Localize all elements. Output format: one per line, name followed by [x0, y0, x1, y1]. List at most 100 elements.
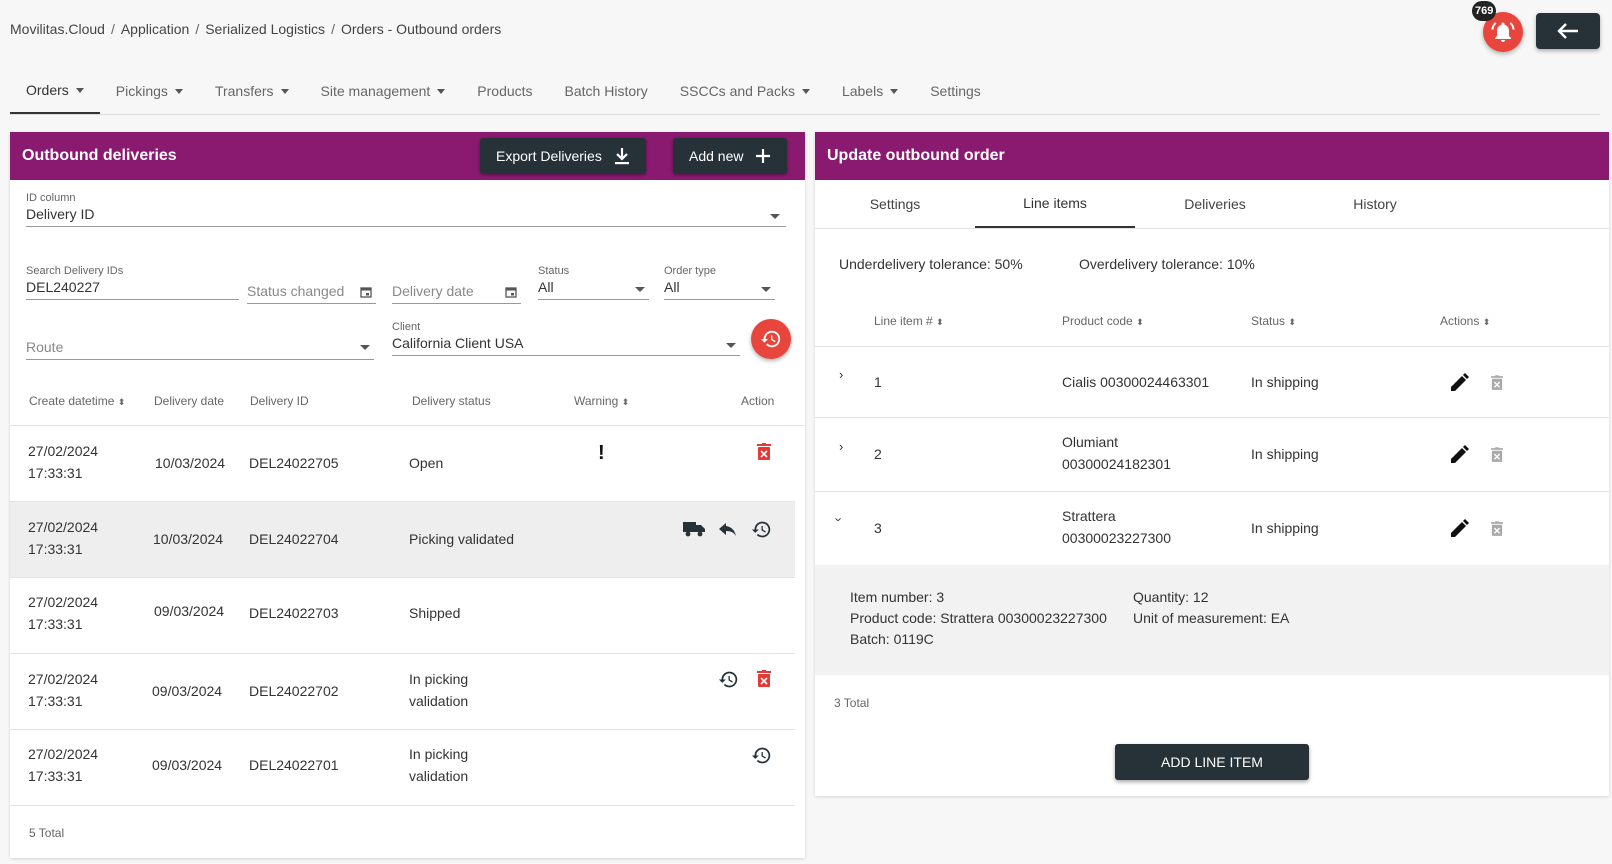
table-row[interactable]: › 1 Cialis 00300024463301 In shipping: [815, 347, 1609, 417]
column-header-line-item[interactable]: Line item # ⬍: [874, 314, 944, 328]
add-line-item-button[interactable]: ADD LINE ITEM: [1115, 744, 1309, 780]
nav-ssccs-and-packs[interactable]: SSCCs and Packs: [664, 68, 826, 114]
batch: Batch: 0119C: [850, 631, 934, 647]
add-new-button[interactable]: Add new: [673, 138, 788, 174]
nav-products[interactable]: Products: [461, 68, 548, 114]
chevron-down-icon: [280, 88, 289, 94]
column-header-label: Warning: [574, 394, 619, 408]
nav-labels[interactable]: Labels: [826, 68, 914, 114]
update-outbound-order-panel: Update outbound order Settings Line item…: [815, 132, 1609, 796]
cell-date: 27/02/2024: [28, 594, 99, 610]
client-select[interactable]: Client California Client USA: [392, 321, 740, 356]
nav-settings[interactable]: Settings: [914, 68, 997, 114]
table-row[interactable]: 27/02/2024 17:33:31 09/03/2024 DEL2402270…: [10, 578, 795, 653]
table-row[interactable]: › 2 Olumiant 00300024182301 In shipping: [815, 418, 1609, 491]
order-type-select[interactable]: Order type All: [664, 265, 775, 300]
column-header-product-code[interactable]: Product code ⬍: [1062, 314, 1144, 328]
history-icon[interactable]: [751, 745, 772, 766]
tab-deliveries[interactable]: Deliveries: [1135, 180, 1295, 228]
delete-icon[interactable]: [1491, 375, 1503, 391]
column-header-label: Product code: [1062, 314, 1133, 328]
delivery-id-cell: DEL24022701: [249, 757, 339, 773]
status-changed-date-input[interactable]: Status changed: [247, 281, 376, 304]
chevron-down-icon[interactable]: ›: [832, 517, 847, 521]
nav-pickings[interactable]: Pickings: [100, 68, 199, 114]
bell-icon: [1491, 22, 1515, 42]
breadcrumb-separator: /: [195, 21, 200, 37]
table-row[interactable]: 27/02/2024 17:33:31 10/03/2024 DEL2402270…: [10, 502, 795, 577]
table-row[interactable]: › 3 Strattera 00300023227300 In shipping: [815, 492, 1609, 565]
delete-icon[interactable]: [1491, 521, 1503, 537]
chevron-down-icon: [437, 88, 446, 94]
delivery-id-cell: DEL24022703: [249, 605, 339, 621]
table-row[interactable]: 27/02/2024 17:33:31 09/03/2024 DEL2402270…: [10, 654, 795, 729]
table-row[interactable]: 27/02/2024 17:33:31 09/03/2024 DEL2402270…: [10, 730, 795, 805]
breadcrumb-item[interactable]: Application: [121, 21, 190, 37]
route-select[interactable]: Route: [26, 337, 374, 360]
notification-count-badge: 769: [1472, 1, 1497, 21]
status-line: validation: [409, 768, 469, 784]
unit-of-measurement: Unit of measurement: EA: [1133, 610, 1290, 626]
field-value: California Client USA: [392, 333, 740, 356]
product-code-cell: Cialis 00300024463301: [1062, 371, 1209, 393]
delivery-id-cell: DEL24022704: [249, 531, 339, 547]
delete-icon[interactable]: [1491, 447, 1503, 463]
calendar-icon[interactable]: [505, 286, 517, 298]
field-label: ID column: [26, 192, 76, 204]
line-item-number-cell: 3: [874, 520, 882, 536]
create-datetime-cell: 27/02/2024 17:33:31: [28, 440, 98, 484]
nav-batch-history[interactable]: Batch History: [549, 68, 664, 114]
delete-icon[interactable]: [757, 670, 771, 688]
field-placeholder: Delivery date: [392, 281, 521, 304]
calendar-icon[interactable]: [360, 286, 372, 298]
nav-transfers[interactable]: Transfers: [199, 68, 305, 114]
id-column-select[interactable]: ID column Delivery ID: [26, 192, 786, 227]
column-header-create-datetime[interactable]: Create datetime ⬍: [29, 394, 125, 408]
table-row[interactable]: 27/02/2024 17:33:31 10/03/2024 DEL2402270…: [10, 426, 795, 501]
product-code-cell: Olumiant 00300024182301: [1062, 431, 1171, 475]
breadcrumb-item[interactable]: Movilitas.Cloud: [10, 21, 105, 37]
search-delivery-ids-input[interactable]: Search Delivery IDs DEL240227: [26, 265, 239, 300]
delivery-date-input[interactable]: Delivery date: [392, 281, 521, 304]
nav-label: SSCCs and Packs: [679, 83, 795, 99]
breadcrumb-item[interactable]: Serialized Logistics: [205, 21, 325, 37]
download-icon: [614, 148, 629, 165]
delete-icon[interactable]: [757, 443, 771, 461]
delivery-date-cell: 09/03/2024: [152, 683, 223, 699]
column-header-warning[interactable]: Warning ⬍: [574, 394, 629, 408]
chevron-down-icon: [174, 88, 183, 94]
divider: [815, 228, 1609, 229]
field-value: DEL240227: [26, 277, 239, 300]
tab-settings[interactable]: Settings: [815, 180, 975, 228]
back-button[interactable]: [1536, 13, 1600, 49]
main-nav: Orders Pickings Transfers Site managemen…: [10, 68, 1600, 115]
edit-icon[interactable]: [1449, 373, 1469, 393]
nav-label: Settings: [930, 83, 981, 99]
tab-history[interactable]: History: [1295, 180, 1455, 228]
column-header-actions[interactable]: Actions ⬍: [1440, 314, 1490, 328]
tab-line-items[interactable]: Line items: [975, 180, 1135, 228]
line-item-detail: Item number: 3 Product code: Strattera 0…: [815, 565, 1609, 675]
history-icon[interactable]: [751, 519, 772, 540]
delivery-date-cell: 10/03/2024: [155, 455, 226, 471]
chevron-right-icon[interactable]: ›: [839, 367, 843, 382]
status-select[interactable]: Status All: [538, 265, 649, 300]
column-header-label: Line item #: [874, 314, 933, 328]
reply-icon[interactable]: [718, 521, 738, 537]
truck-icon[interactable]: [683, 521, 705, 537]
nav-orders[interactable]: Orders: [10, 68, 100, 114]
cell-time: 17:33:31: [28, 768, 83, 784]
product-line: Strattera: [1062, 508, 1116, 524]
history-icon[interactable]: [718, 669, 739, 690]
dropdown-caret-icon: [770, 214, 780, 219]
create-datetime-cell: 27/02/2024 17:33:31: [28, 668, 98, 712]
edit-icon[interactable]: [1449, 519, 1469, 539]
cell-date: 27/02/2024: [28, 443, 99, 459]
edit-icon[interactable]: [1449, 445, 1469, 465]
chevron-right-icon[interactable]: ›: [839, 439, 843, 454]
item-number: Item number: 3: [850, 589, 945, 605]
export-deliveries-button[interactable]: Export Deliveries: [480, 138, 646, 174]
column-header-status[interactable]: Status ⬍: [1251, 314, 1296, 328]
nav-site-management[interactable]: Site management: [305, 68, 462, 114]
reset-filters-button[interactable]: [751, 319, 791, 359]
